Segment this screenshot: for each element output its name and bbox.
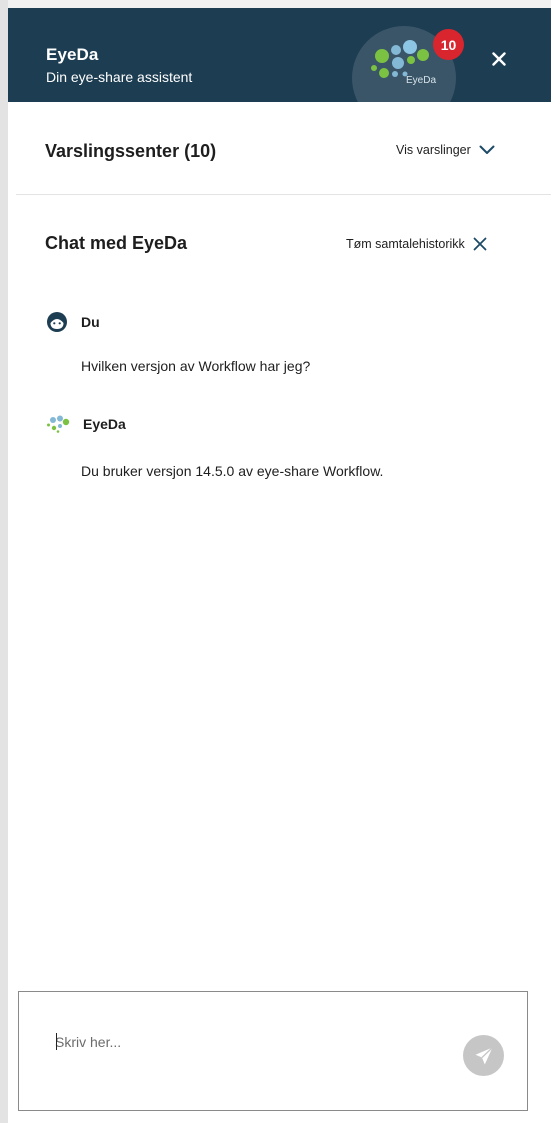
window-left-strip [0, 0, 8, 1123]
notification-badge: 10 [433, 29, 464, 60]
sender-name: Du [81, 314, 100, 330]
send-icon [475, 1046, 493, 1064]
message-text: Du bruker versjon 14.5.0 av eye-share Wo… [81, 463, 384, 479]
close-icon [492, 52, 506, 66]
notification-center-title: Varslingssenter (10) [45, 141, 217, 161]
section-divider [16, 194, 551, 195]
chat-input[interactable] [55, 1030, 435, 1054]
clear-history-label: Tøm samtalehistorikk [346, 237, 465, 251]
message-sender-bot: EyeDa [46, 414, 126, 434]
window-top-strip [0, 0, 551, 8]
show-notifications-button[interactable]: Vis varslinger [396, 138, 495, 162]
message-sender-user: Du [46, 311, 100, 333]
close-icon [473, 237, 487, 251]
show-notifications-label: Vis varslinger [396, 143, 471, 157]
assistant-header: EyeDa Din eye-share assistent EyeDa 10 [8, 8, 551, 102]
eyeda-logo-icon [47, 415, 70, 433]
assistant-subtitle: Din eye-share assistent [46, 69, 193, 85]
sender-name: EyeDa [83, 416, 126, 432]
message-text: Hvilken versjon av Workflow har jeg? [81, 358, 311, 374]
chat-input-box [18, 991, 528, 1111]
user-face-icon [47, 312, 67, 332]
text-caret [56, 1033, 57, 1050]
chevron-down-icon [479, 145, 495, 154]
close-button[interactable] [486, 46, 512, 72]
send-button[interactable] [463, 1035, 504, 1076]
assistant-title: EyeDa [46, 45, 99, 64]
logo-text: EyeDa [406, 75, 437, 86]
assistant-panel: EyeDa Din eye-share assistent EyeDa 10 V… [8, 8, 551, 1123]
clear-history-button[interactable]: Tøm samtalehistorikk [346, 232, 487, 256]
chat-title: Chat med EyeDa [45, 233, 188, 253]
